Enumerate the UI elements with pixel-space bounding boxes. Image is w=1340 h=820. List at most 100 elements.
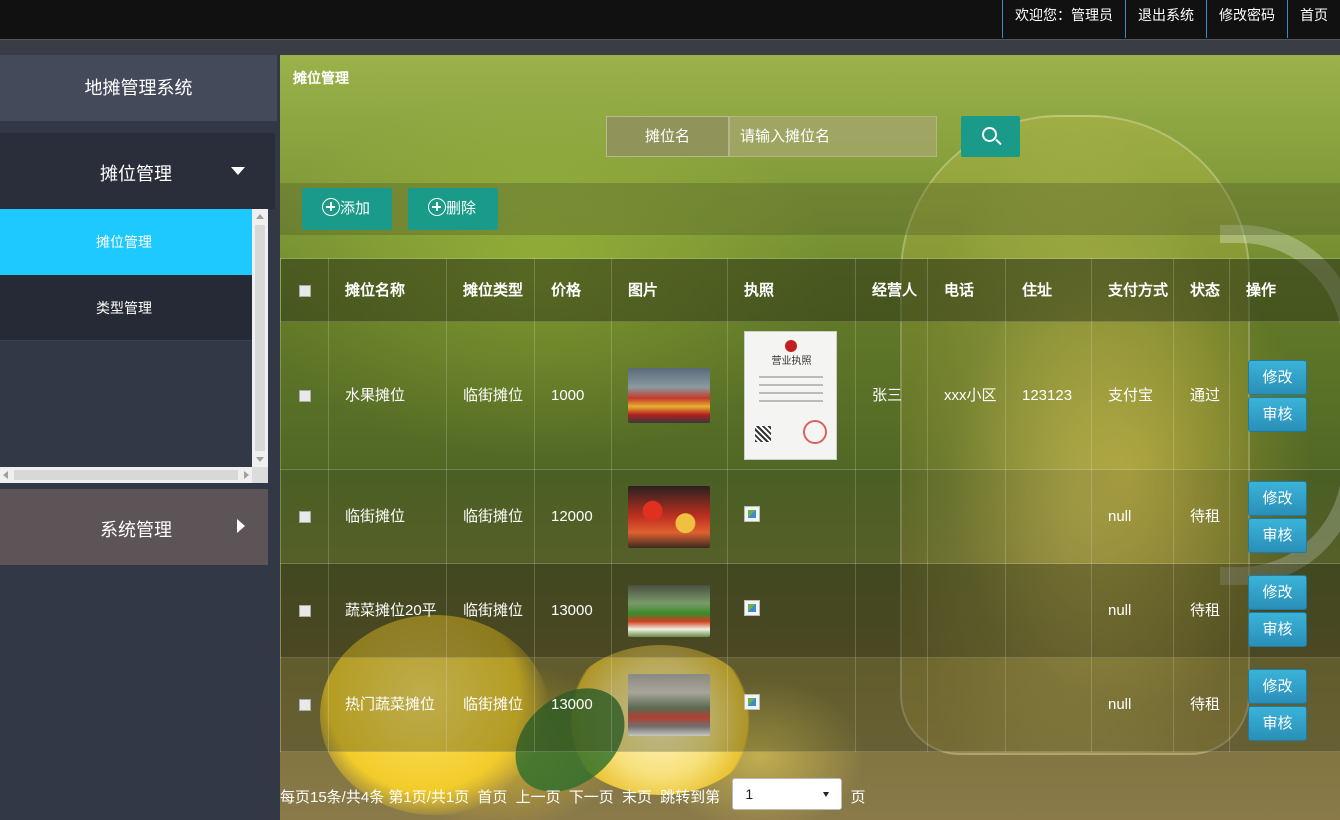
- license-line: [759, 400, 823, 402]
- scroll-up-icon[interactable]: [256, 214, 264, 219]
- review-button[interactable]: 审核: [1248, 517, 1307, 553]
- home-link[interactable]: 首页: [1287, 0, 1340, 38]
- stall-image-cell: [611, 657, 728, 752]
- stall-phone: xxx小区: [927, 321, 1006, 470]
- logout-link[interactable]: 退出系统: [1125, 0, 1206, 38]
- stall-type: 临街摊位: [446, 657, 535, 752]
- app-brand: 地摊管理系统: [0, 55, 277, 121]
- add-button[interactable]: 添加: [302, 188, 392, 230]
- last-page-link[interactable]: 末页: [622, 789, 652, 806]
- change-password-link[interactable]: 修改密码: [1206, 0, 1287, 38]
- column-header: 住址: [1005, 258, 1092, 322]
- header-divider: [0, 40, 1340, 55]
- stall-name: 蔬菜摊位20平: [328, 563, 447, 658]
- actions-cell: 修改 审核: [1229, 563, 1340, 658]
- menu-stall-management[interactable]: 摊位管理: [0, 133, 275, 209]
- table-row: 蔬菜摊位20平 临街摊位 13000 null 待租 修改 审核: [280, 563, 1340, 658]
- search-label: 摊位名: [606, 116, 729, 157]
- qr-code-icon: [755, 426, 771, 442]
- stall-payment: null: [1091, 563, 1174, 658]
- caret-right-icon: [237, 519, 245, 533]
- stall-owner: [855, 657, 928, 752]
- stall-address: [1005, 657, 1092, 752]
- license-line: [759, 392, 823, 394]
- scrollbar-thumb[interactable]: [255, 225, 265, 451]
- submenu-item-type-management[interactable]: 类型管理: [0, 275, 252, 341]
- toolbar: 添加 删除: [280, 183, 1340, 235]
- next-page-link[interactable]: 下一页: [569, 789, 614, 806]
- horizontal-scrollbar[interactable]: [0, 467, 252, 483]
- row-checkbox[interactable]: [299, 699, 311, 712]
- pagination-summary: 每页15条/共4条 第1页/共1页: [280, 788, 470, 806]
- vertical-scrollbar[interactable]: [252, 209, 268, 467]
- review-button[interactable]: 审核: [1248, 611, 1307, 647]
- stall-type: 临街摊位: [446, 469, 535, 564]
- license-cell: 营业执照: [727, 321, 856, 470]
- menu-system-management[interactable]: 系统管理: [0, 489, 268, 565]
- stall-status: 通过: [1173, 321, 1230, 470]
- first-page-link[interactable]: 首页: [477, 789, 507, 806]
- license-line: [759, 376, 823, 378]
- search-input[interactable]: [729, 116, 937, 157]
- submenu-item-stall-management[interactable]: 摊位管理: [0, 209, 252, 275]
- stall-address: 123123: [1005, 321, 1092, 470]
- welcome-text: 欢迎您：管理员: [1002, 0, 1125, 38]
- main-content: 摊位管理 摊位名 添加 删除 摊位名称 摊位类型 价格 图片 执照 经营人: [280, 55, 1340, 820]
- stall-phone: [927, 469, 1006, 564]
- page-select[interactable]: 1: [732, 778, 843, 810]
- scroll-right-icon[interactable]: [244, 471, 249, 479]
- stall-owner: [855, 469, 928, 564]
- prev-page-link[interactable]: 上一页: [516, 789, 561, 806]
- broken-image-icon: [744, 693, 760, 710]
- review-button[interactable]: 审核: [1248, 396, 1307, 432]
- delete-button[interactable]: 删除: [408, 188, 498, 230]
- fruit-stall-photo: [628, 368, 710, 423]
- stall-phone: [927, 563, 1006, 658]
- stall-price: 13000: [534, 563, 612, 658]
- column-header: 操作: [1229, 258, 1340, 322]
- row-select-cell: [280, 657, 329, 752]
- menu-label: 摊位管理: [100, 164, 172, 184]
- menu-label: 系统管理: [100, 520, 172, 540]
- stall-price: 1000: [534, 321, 612, 470]
- stall-price: 13000: [534, 657, 612, 752]
- scroll-left-icon[interactable]: [3, 471, 8, 479]
- column-header: 状态: [1173, 258, 1230, 322]
- jump-label: 跳转到第: [660, 788, 721, 806]
- edit-button[interactable]: 修改: [1248, 668, 1307, 704]
- row-checkbox[interactable]: [299, 605, 311, 618]
- stall-status: 待租: [1173, 563, 1230, 658]
- national-emblem-icon: [785, 340, 797, 352]
- top-nav: 欢迎您：管理员 退出系统 修改密码 首页: [1002, 0, 1340, 38]
- stall-payment: null: [1091, 657, 1174, 752]
- edit-button[interactable]: 修改: [1248, 480, 1307, 516]
- stall-owner: 张三: [855, 321, 928, 470]
- page-suffix: 页: [850, 788, 866, 806]
- edit-button[interactable]: 修改: [1248, 574, 1307, 610]
- table-header-row: 摊位名称 摊位类型 价格 图片 执照 经营人 电话 住址 支付方式 状态 操作: [280, 258, 1340, 322]
- stall-image-cell: [611, 321, 728, 470]
- business-license-image: 营业执照: [744, 331, 837, 460]
- scroll-down-icon[interactable]: [256, 457, 264, 462]
- stall-phone: [927, 657, 1006, 752]
- stall-name: 热门蔬菜摊位: [328, 657, 447, 752]
- search-button[interactable]: [961, 116, 1020, 157]
- column-header: 图片: [611, 258, 728, 322]
- edit-button[interactable]: 修改: [1248, 359, 1307, 395]
- row-checkbox[interactable]: [299, 390, 311, 403]
- column-header: 执照: [727, 258, 856, 322]
- stall-status: 待租: [1173, 469, 1230, 564]
- stall-image-cell: [611, 563, 728, 658]
- delete-label: 删除: [446, 200, 477, 217]
- select-all-checkbox[interactable]: [299, 284, 311, 297]
- stall-name: 水果摊位: [328, 321, 447, 470]
- search-icon: [982, 127, 997, 142]
- stall-name: 临街摊位: [328, 469, 447, 564]
- row-checkbox[interactable]: [299, 511, 311, 524]
- review-button[interactable]: 审核: [1248, 705, 1307, 741]
- scrollbar-thumb[interactable]: [14, 470, 238, 480]
- dropdown-arrow-icon: [823, 792, 830, 797]
- stall-table: 摊位名称 摊位类型 价格 图片 执照 经营人 电话 住址 支付方式 状态 操作 …: [280, 258, 1340, 752]
- column-header: 摊位名称: [328, 258, 447, 322]
- plus-circle-icon: [322, 198, 340, 216]
